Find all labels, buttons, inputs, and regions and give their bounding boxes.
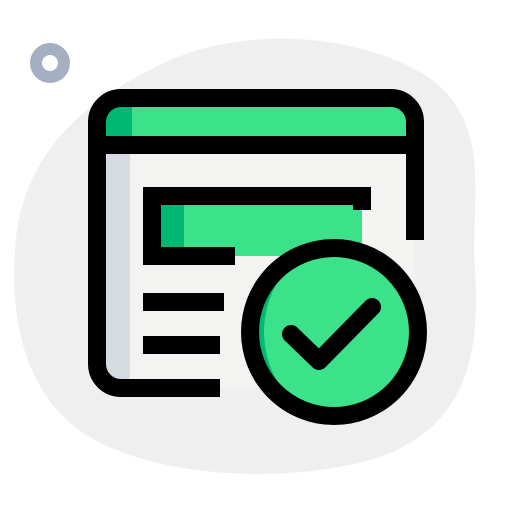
verified-web-page-icon <box>14 38 477 474</box>
decorative-dot-icon <box>30 43 70 83</box>
icon-canvas <box>0 0 512 512</box>
